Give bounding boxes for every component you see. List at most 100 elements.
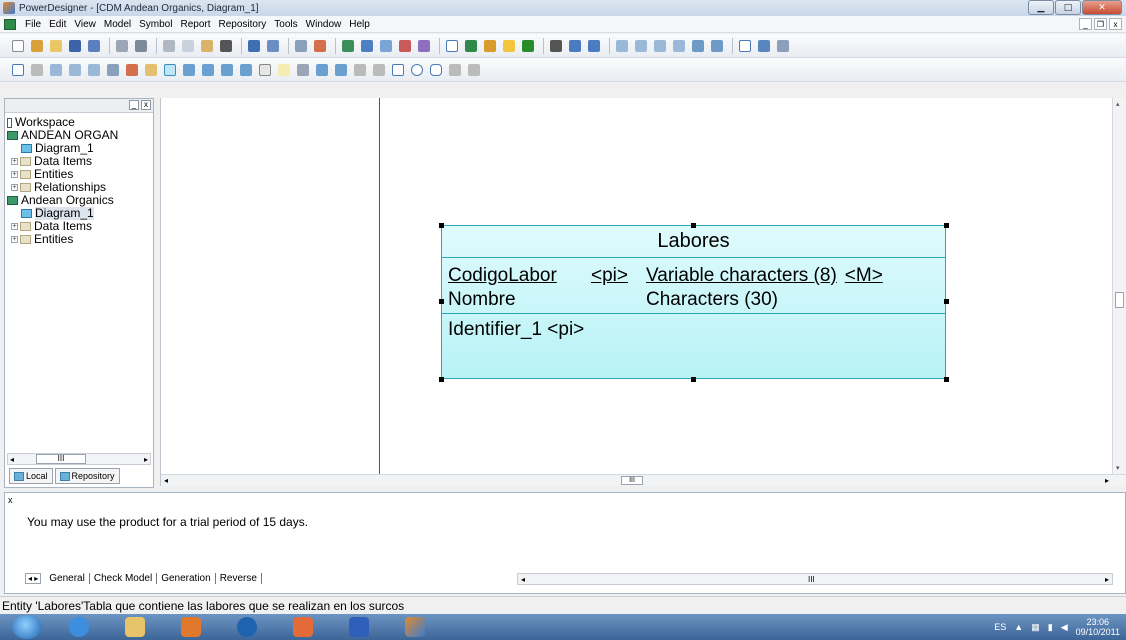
browser-float-button[interactable]: _	[129, 100, 139, 110]
check-model-icon[interactable]	[340, 38, 356, 54]
tab-reverse[interactable]: Reverse	[216, 573, 262, 584]
zoom-in-icon[interactable]	[48, 62, 64, 78]
polygon-icon[interactable]	[466, 62, 482, 78]
scroll-left-icon[interactable]: ◂	[164, 476, 168, 485]
print-icon[interactable]	[133, 38, 149, 54]
zoom-fit-icon[interactable]	[737, 38, 753, 54]
selection-handle[interactable]	[439, 377, 444, 382]
hp-icon[interactable]	[232, 615, 262, 639]
merge-icon[interactable]	[416, 38, 432, 54]
expand-icon[interactable]: +	[11, 171, 18, 178]
menu-file[interactable]: File	[21, 19, 45, 30]
tab-check-model[interactable]: Check Model	[90, 573, 158, 584]
diagram-tools-icon[interactable]	[709, 38, 725, 54]
copy-icon[interactable]	[180, 38, 196, 54]
find-icon[interactable]	[312, 38, 328, 54]
menu-help[interactable]: Help	[345, 19, 374, 30]
association-link-icon[interactable]	[238, 62, 254, 78]
tree-item-entities[interactable]: + Entities	[7, 233, 153, 246]
association-icon[interactable]	[219, 62, 235, 78]
powerdesigner-taskbar-icon[interactable]	[400, 615, 430, 639]
model-icon[interactable]	[463, 38, 479, 54]
grabber-icon[interactable]	[29, 62, 45, 78]
tab-local[interactable]: Local	[9, 468, 53, 484]
relationship-icon[interactable]	[181, 62, 197, 78]
grid-icon[interactable]	[775, 38, 791, 54]
save-all-icon[interactable]	[86, 38, 102, 54]
browser-scroll-thumb[interactable]: III	[36, 454, 86, 464]
close-button[interactable]: ✕	[1082, 0, 1122, 15]
selection-handle[interactable]	[439, 299, 444, 304]
browser-horizontal-scrollbar[interactable]: ◂ III ▸	[7, 453, 151, 465]
rounded-rectangle-icon[interactable]	[428, 62, 444, 78]
inheritance-icon[interactable]	[200, 62, 216, 78]
selection-handle[interactable]	[944, 223, 949, 228]
selection-handle[interactable]	[944, 377, 949, 382]
menu-view[interactable]: View	[70, 19, 100, 30]
scroll-up-icon[interactable]: ▴	[1116, 100, 1120, 108]
start-button[interactable]	[12, 615, 42, 639]
selection-handle[interactable]	[691, 377, 696, 382]
compare-icon[interactable]	[397, 38, 413, 54]
expand-icon[interactable]: +	[11, 158, 18, 165]
menu-model[interactable]: Model	[100, 19, 135, 30]
rectangle-icon[interactable]	[390, 62, 406, 78]
shortcut-icon[interactable]	[314, 62, 330, 78]
print-preview-icon[interactable]	[114, 38, 130, 54]
mdi-restore-button[interactable]: ❐	[1094, 18, 1107, 30]
open-icon[interactable]	[48, 38, 64, 54]
layout-icon[interactable]	[756, 38, 772, 54]
menu-report[interactable]: Report	[176, 19, 214, 30]
expand-icon[interactable]: +	[11, 184, 18, 191]
entity-icon[interactable]	[162, 62, 178, 78]
repository-icon[interactable]	[690, 38, 706, 54]
scroll-right-icon[interactable]: ▸	[144, 455, 148, 464]
internet-explorer-icon[interactable]	[64, 615, 94, 639]
scroll-right-icon[interactable]: ▸	[1105, 575, 1109, 584]
selection-handle[interactable]	[944, 299, 949, 304]
file-icon[interactable]	[257, 62, 273, 78]
menu-repository[interactable]: Repository	[214, 19, 270, 30]
file-explorer-icon[interactable]	[120, 615, 150, 639]
line-style-icon[interactable]	[482, 38, 498, 54]
expand-icon[interactable]: +	[11, 223, 18, 230]
undo-icon[interactable]	[246, 38, 262, 54]
link-icon[interactable]	[295, 62, 311, 78]
entity-labores[interactable]: Labores CodigoLabor <pi> Variable charac…	[441, 225, 946, 379]
output-horizontal-scrollbar[interactable]: ◂ III ▸	[517, 573, 1113, 585]
canvas-vertical-scrollbar[interactable]: ▴ ▾	[1112, 98, 1126, 474]
view-browser-icon[interactable]	[614, 38, 630, 54]
tab-scroll-icon[interactable]: ◂ ▸	[25, 573, 42, 584]
menu-tools[interactable]: Tools	[270, 19, 301, 30]
redo-icon[interactable]	[265, 38, 281, 54]
properties-icon[interactable]	[105, 62, 121, 78]
generate-icon[interactable]	[359, 38, 375, 54]
selection-handle[interactable]	[439, 223, 444, 228]
output-scroll-thumb[interactable]: III	[808, 575, 815, 584]
navigate-icon[interactable]	[548, 38, 564, 54]
volume-icon[interactable]: ◀	[1061, 622, 1068, 633]
note-icon[interactable]	[276, 62, 292, 78]
canvas-horizontal-scrollbar[interactable]: ◂ III ▸	[161, 474, 1126, 486]
tab-general[interactable]: General	[45, 573, 90, 584]
pointer-icon[interactable]	[10, 62, 26, 78]
delete-icon[interactable]	[218, 38, 234, 54]
word-icon[interactable]	[344, 615, 374, 639]
outlook-icon[interactable]	[176, 615, 206, 639]
line-icon[interactable]	[352, 62, 368, 78]
new-icon[interactable]	[10, 38, 26, 54]
fill-icon[interactable]	[501, 38, 517, 54]
document-icon[interactable]	[4, 18, 16, 30]
tree-item-data-items[interactable]: + Data Items	[7, 220, 153, 233]
reverse-icon[interactable]	[378, 38, 394, 54]
paste-icon[interactable]	[199, 38, 215, 54]
signal-icon[interactable]: ▮	[1048, 622, 1053, 633]
title-icon[interactable]	[333, 62, 349, 78]
minimize-button[interactable]: ▁	[1028, 0, 1054, 15]
scroll-down-icon[interactable]: ▾	[1116, 464, 1120, 472]
properties-icon[interactable]	[293, 38, 309, 54]
symbol-icon[interactable]	[444, 38, 460, 54]
tab-repository[interactable]: Repository	[54, 468, 120, 484]
back-icon[interactable]	[567, 38, 583, 54]
scroll-right-icon[interactable]: ▸	[1105, 476, 1109, 485]
